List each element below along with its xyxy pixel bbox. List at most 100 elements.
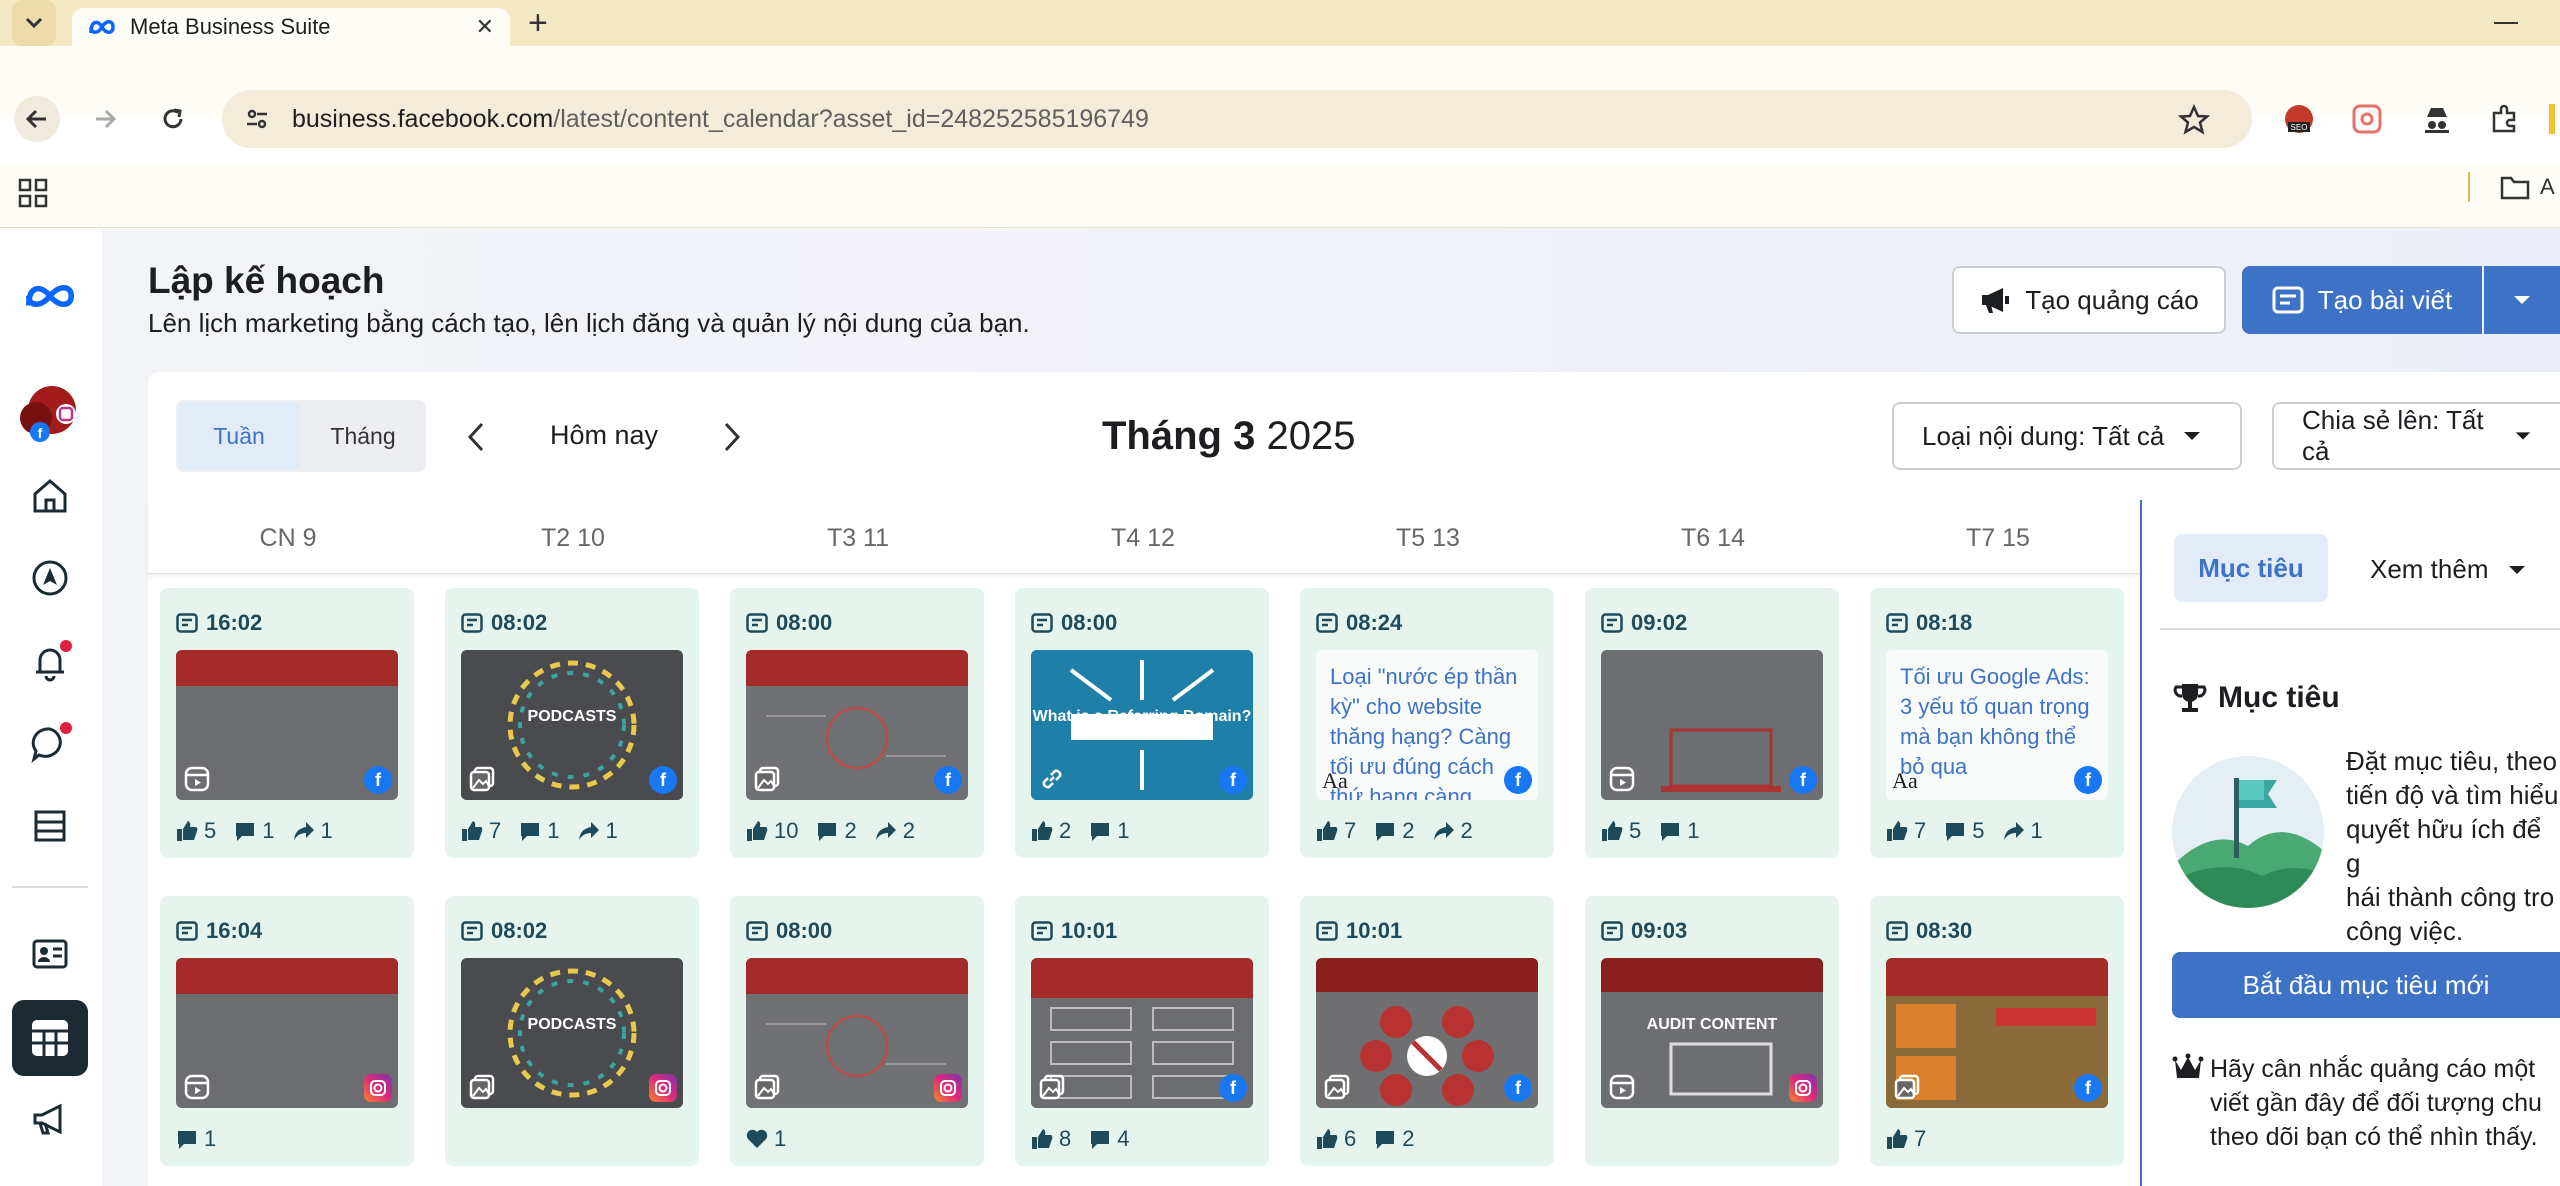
day-header: T5 13 xyxy=(1396,524,1460,552)
next-week-button[interactable] xyxy=(720,420,744,459)
like-icon xyxy=(1317,821,1338,841)
post-thumbnail xyxy=(176,958,398,1108)
content-type-filter[interactable]: Loại nội dung: Tất cả xyxy=(1892,402,2242,470)
meta-logo-icon[interactable] xyxy=(24,270,76,322)
like-icon xyxy=(747,821,768,841)
scheduled-post-card[interactable]: 09:02 f 5 1 xyxy=(1585,588,1839,858)
bookmark-star-icon[interactable] xyxy=(2177,103,2211,141)
post-format-badge xyxy=(467,1072,497,1102)
start-new-goal-button[interactable]: Bắt đầu mục tiêu mới xyxy=(2172,952,2560,1018)
megaphone-icon xyxy=(1982,288,2010,313)
see-more-dropdown[interactable]: Xem thêm xyxy=(2370,554,2527,585)
comment-count: 2 xyxy=(1374,1126,1415,1152)
minimize-window-button[interactable] xyxy=(2494,22,2518,24)
like-count: 10 xyxy=(746,818,798,844)
scheduled-post-card[interactable]: 16:02 f 5 1 1 xyxy=(160,588,414,858)
post-format-badge xyxy=(1607,764,1637,794)
account-avatar[interactable]: f xyxy=(16,384,78,446)
previous-week-button[interactable] xyxy=(464,420,488,459)
scheduled-post-card[interactable]: 10:01 f 6 2 xyxy=(1300,896,1554,1166)
view-week-tab[interactable]: Tuần xyxy=(178,402,300,470)
home-icon[interactable] xyxy=(24,470,76,522)
photo-icon xyxy=(1324,1074,1350,1100)
facebook-icon: f xyxy=(1219,766,1247,794)
share-to-filter[interactable]: Chia sẻ lên: Tất cả xyxy=(2272,402,2560,470)
scheduled-post-card[interactable]: 08:00 f 10 2 2 xyxy=(730,588,984,858)
post-stats: 21 xyxy=(1031,818,1130,844)
comment-icon xyxy=(1661,823,1680,841)
address-bar[interactable]: business.facebook.com/latest/content_cal… xyxy=(222,90,2252,148)
create-post-button[interactable]: Tạo bài viết xyxy=(2242,266,2482,334)
scheduled-post-card[interactable]: 09:03 AUDIT CONTENT xyxy=(1585,896,1839,1166)
reel-icon xyxy=(184,766,210,792)
post-time: 08:24 xyxy=(1316,610,1402,636)
comment-count: 2 xyxy=(1374,818,1415,844)
contact-card-icon[interactable] xyxy=(24,928,76,980)
bookmark-folder[interactable]: A xyxy=(2500,174,2555,200)
post-format-badge xyxy=(467,764,497,794)
comment-count: 1 xyxy=(176,1126,216,1152)
bookmark-separator xyxy=(2468,172,2470,202)
scheduled-post-card[interactable]: 08:30 f 7 xyxy=(1870,896,2124,1166)
link-icon xyxy=(1042,769,1062,789)
chevron-right-icon xyxy=(724,422,741,452)
scheduled-post-card[interactable]: 10:01 f 8 4 xyxy=(1015,896,1269,1166)
scheduled-post-card[interactable]: 08:02 PODCASTS f 7 1 1 xyxy=(445,588,699,858)
screenshot-extension-icon[interactable] xyxy=(2348,100,2386,138)
navigation-compass-icon[interactable] xyxy=(24,552,76,604)
goals-tab[interactable]: Mục tiêu xyxy=(2174,534,2328,602)
scheduled-post-card[interactable]: 08:02 PODCASTS xyxy=(445,896,699,1166)
scheduled-post-card[interactable]: 08:00 1 xyxy=(730,896,984,1166)
comment-icon xyxy=(818,823,837,841)
like-icon xyxy=(462,821,483,841)
facebook-icon: f xyxy=(1504,766,1532,794)
post-stats: 62 xyxy=(1316,1126,1415,1152)
today-button[interactable]: Hôm nay xyxy=(550,420,658,451)
scheduled-post-card[interactable]: 08:18 Tối ưu Google Ads: 3 yếu tố quan tr… xyxy=(1870,588,2124,858)
post-thumbnail: f xyxy=(176,650,398,800)
like-count: 5 xyxy=(176,818,216,844)
seo-extension-icon[interactable]: SEO xyxy=(2280,100,2318,138)
apps-grid-icon[interactable] xyxy=(18,178,48,213)
ads-megaphone-icon[interactable] xyxy=(24,1094,76,1146)
day-header: T2 10 xyxy=(541,524,605,552)
new-tab-button[interactable]: + xyxy=(528,6,548,40)
post-format-badge xyxy=(1037,764,1067,794)
close-tab-icon[interactable]: ✕ xyxy=(476,14,494,40)
forward-button[interactable] xyxy=(82,96,128,142)
extensions-puzzle-icon[interactable] xyxy=(2486,100,2524,138)
nav-planner-active[interactable] xyxy=(12,1000,88,1076)
photo-icon xyxy=(469,766,495,792)
create-post-dropdown[interactable] xyxy=(2484,266,2560,334)
scheduled-post-card[interactable]: 08:24 Loại "nước ép thần kỳ" cho website … xyxy=(1300,588,1554,858)
post-format-badge xyxy=(182,1072,212,1102)
like-icon xyxy=(1887,821,1908,841)
post-time: 08:00 xyxy=(746,610,832,636)
scheduled-post-card[interactable]: 16:04 1 xyxy=(160,896,414,1166)
back-button[interactable] xyxy=(14,96,60,142)
right-panel-divider xyxy=(2160,628,2560,630)
instagram-icon xyxy=(364,1074,392,1102)
browser-tab[interactable]: Meta Business Suite ✕ xyxy=(72,8,510,46)
site-settings-icon[interactable] xyxy=(244,106,270,132)
post-format-badge xyxy=(182,764,212,794)
thumb-caption: AUDIT CONTENT xyxy=(1646,1016,1778,1033)
profile-edge[interactable] xyxy=(2544,100,2560,138)
tab-search-button[interactable] xyxy=(12,0,56,46)
page-subtitle: Lên lịch marketing bằng cách tạo, lên lị… xyxy=(148,308,1030,338)
comment-icon xyxy=(1946,823,1965,841)
post-stats: 711 xyxy=(461,818,618,844)
reload-button[interactable] xyxy=(150,96,196,142)
scheduled-post-card[interactable]: 08:00 What is a Referring Domain? f 2 1 xyxy=(1015,588,1269,858)
photo-icon xyxy=(754,766,780,792)
spy-extension-icon[interactable] xyxy=(2418,100,2456,138)
inbox-dot xyxy=(60,722,72,734)
view-month-tab[interactable]: Tháng xyxy=(302,402,424,470)
create-ad-button[interactable]: Tạo quảng cáo xyxy=(1952,266,2226,334)
content-pages-icon[interactable] xyxy=(24,800,76,852)
post-type-icon xyxy=(1316,613,1338,633)
facebook-icon: f xyxy=(1789,766,1817,794)
share-icon xyxy=(578,822,599,840)
instagram-icon xyxy=(649,1074,677,1102)
calendar-month-title: Tháng 3 2025 xyxy=(1102,414,1356,458)
